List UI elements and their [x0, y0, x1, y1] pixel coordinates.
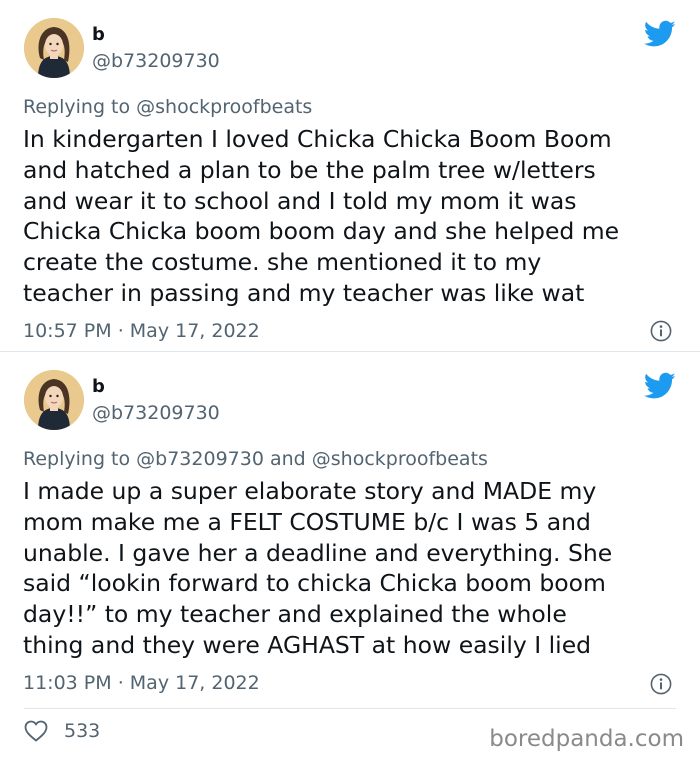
mention-link[interactable]: @shockproofbeats	[136, 96, 312, 118]
meta-separator: ·	[111, 320, 130, 342]
avatar-illustration	[24, 370, 84, 430]
avatar-illustration	[24, 18, 84, 78]
tweet-text: In kindergarten I loved Chicka Chicka Bo…	[23, 124, 683, 309]
tweet-text-line: unable. I gave her a deadline and everyt…	[23, 538, 613, 567]
replying-to-label: Replying to	[23, 96, 137, 118]
tweet-text-line: and hatched a plan to be the palm tree w…	[23, 155, 596, 184]
twitter-bird-icon[interactable]	[644, 20, 676, 48]
like-action[interactable]: 533	[24, 720, 100, 742]
tweet-date: May 17, 2022	[129, 672, 260, 694]
engagement-divider	[24, 708, 676, 709]
like-count: 533	[64, 720, 101, 742]
tweet-time: 10:57 PM	[23, 320, 112, 342]
tweet: b @b73209730 Replying to @b73209730 and …	[0, 352, 700, 762]
replying-joiner: and	[263, 448, 312, 470]
heart-icon[interactable]	[24, 720, 48, 742]
author-name[interactable]: b	[92, 376, 105, 397]
tweet-text-line: Chicka Chicka boom boom day and she help…	[23, 217, 620, 246]
author-name[interactable]: b	[92, 24, 105, 45]
replying-to: Replying to @shockproofbeats	[23, 96, 312, 118]
avatar[interactable]	[24, 370, 84, 430]
watermark: boredpanda.com	[489, 726, 684, 752]
tweet-text-line: create the costume. she mentioned it to …	[23, 248, 542, 277]
tweet-text-line: day!!” to my teacher and explained the w…	[23, 600, 567, 629]
mention-link[interactable]: @b73209730	[136, 448, 264, 470]
author-handle[interactable]: @b73209730	[92, 402, 220, 424]
info-icon[interactable]	[650, 673, 672, 695]
tweet-text-line: thing and they were AGHAST at how easily…	[23, 630, 592, 659]
tweet-text-line: teacher in passing and my teacher was li…	[23, 278, 585, 307]
tweet-text-line: and wear it to school and I told my mom …	[23, 186, 577, 215]
tweet-text-line: said “lookin forward to chicka Chicka bo…	[23, 569, 606, 598]
tweet-text-line: I made up a super elaborate story and MA…	[23, 477, 597, 505]
twitter-bird-icon[interactable]	[644, 372, 676, 400]
avatar[interactable]	[24, 18, 84, 78]
tweet-timestamp[interactable]: 11:03 PM · May 17, 2022	[23, 672, 260, 694]
replying-to: Replying to @b73209730 and @shockproofbe…	[23, 448, 488, 470]
meta-separator: ·	[111, 672, 130, 694]
tweet-text-line: mom make me a FELT COSTUME b/c I was 5 a…	[23, 507, 591, 536]
tweet-text-line: In kindergarten I loved Chicka Chicka Bo…	[23, 125, 612, 153]
info-icon[interactable]	[650, 320, 672, 342]
tweet-date: May 17, 2022	[129, 320, 260, 342]
tweet-time: 11:03 PM	[23, 672, 112, 694]
tweet: b @b73209730 Replying to @shockproofbeat…	[0, 0, 700, 352]
author-handle[interactable]: @b73209730	[92, 50, 220, 72]
mention-link[interactable]: @shockproofbeats	[312, 448, 488, 470]
tweet-text: I made up a super elaborate story and MA…	[23, 476, 683, 661]
replying-to-label: Replying to	[23, 448, 137, 470]
tweet-timestamp[interactable]: 10:57 PM · May 17, 2022	[23, 320, 260, 342]
